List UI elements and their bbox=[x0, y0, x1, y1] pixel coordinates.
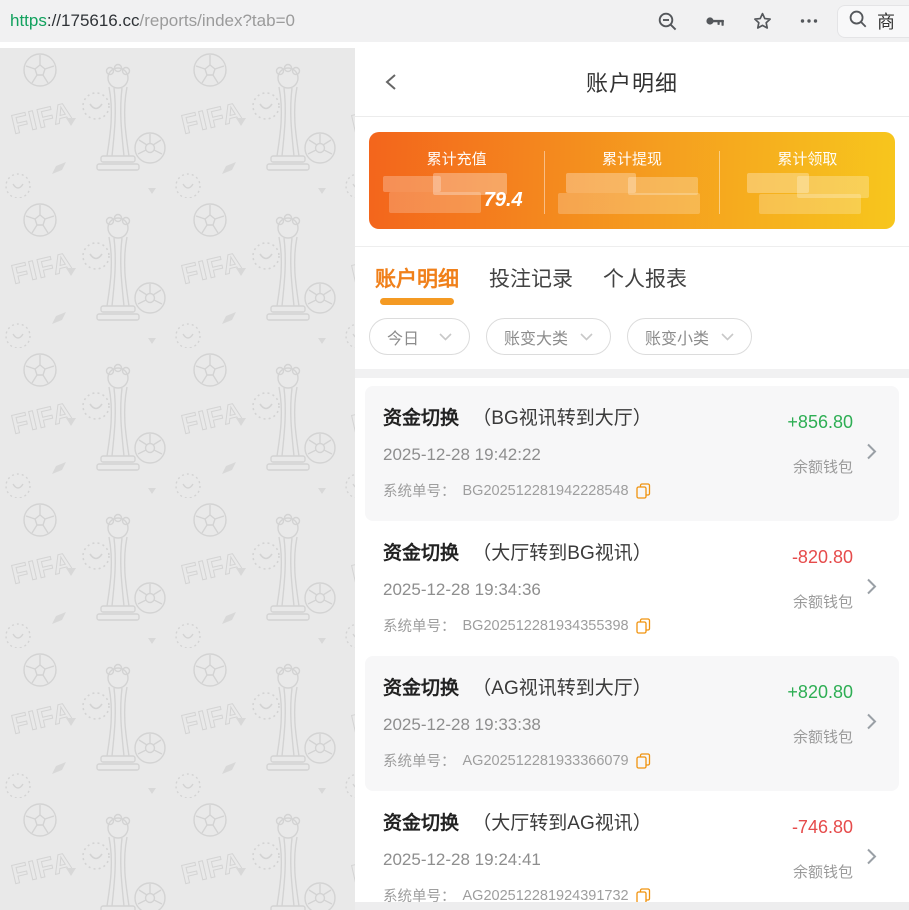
filter-major-category-dropdown[interactable]: 账变大类 bbox=[486, 318, 612, 355]
filter-date-dropdown[interactable]: 今日 bbox=[369, 318, 470, 355]
search-icon bbox=[848, 9, 868, 34]
search-query-text: 商 bbox=[877, 12, 895, 32]
chevron-right-icon bbox=[866, 442, 877, 465]
chevron-left-icon bbox=[385, 74, 396, 90]
record-order-row: 系统单号： AG202512281933366079 bbox=[383, 750, 787, 771]
summary-label: 累计领取 bbox=[777, 151, 838, 168]
summary-card: 累计充值 79.4 累计提现 累计领取 bbox=[369, 132, 895, 229]
record-title: 资金切换 （大厅转到AG视讯） bbox=[383, 808, 792, 835]
order-label: 系统单号： bbox=[383, 754, 456, 770]
record-title: 资金切换 （AG视讯转到大厅） bbox=[383, 673, 787, 700]
tab-personal-report[interactable]: 个人报表 bbox=[603, 263, 687, 312]
record-datetime: 2025-12-28 19:42:22 bbox=[383, 445, 541, 464]
copy-icon[interactable] bbox=[635, 617, 651, 634]
order-label: 系统单号： bbox=[383, 619, 456, 635]
record-item[interactable]: 资金切换 （大厅转到BG视讯） 2025-12-28 19:34:36 系统单号… bbox=[355, 521, 909, 656]
copy-icon[interactable] bbox=[635, 482, 651, 499]
tab-bar: 账户明细 投注记录 个人报表 bbox=[355, 247, 909, 312]
url-text[interactable]: https://175616.cc/reports/index?tab=0 bbox=[10, 11, 645, 31]
record-amount: -820.80 bbox=[791, 547, 853, 567]
summary-total-claimed: 累计领取 bbox=[720, 132, 895, 229]
summary-divider bbox=[719, 151, 721, 214]
chevron-right-icon bbox=[866, 712, 877, 735]
filter-label: 今日 bbox=[387, 330, 420, 348]
masked-value: 79.4 bbox=[381, 173, 533, 217]
order-number: AG202512281933366079 bbox=[462, 752, 629, 769]
record-item[interactable]: 资金切换 （AG视讯转到大厅） 2025-12-28 19:33:38 系统单号… bbox=[365, 656, 899, 791]
summary-label: 累计提现 bbox=[601, 151, 662, 168]
tab-bet-records[interactable]: 投注记录 bbox=[489, 263, 573, 312]
filter-label: 账变大类 bbox=[504, 330, 569, 348]
chevron-right-icon bbox=[866, 847, 877, 870]
copy-icon[interactable] bbox=[635, 752, 651, 769]
tab-account-detail[interactable]: 账户明细 bbox=[375, 263, 459, 312]
summary-total-withdraw: 累计提现 bbox=[544, 132, 719, 229]
masked-value bbox=[731, 173, 883, 217]
filter-minor-category-dropdown[interactable]: 账变小类 bbox=[627, 318, 753, 355]
record-item[interactable]: 资金切换 （大厅转到AG视讯） 2025-12-28 19:24:41 系统单号… bbox=[355, 791, 909, 910]
section-separator bbox=[355, 369, 909, 378]
masked-value-fragment: 79.4 bbox=[483, 189, 523, 211]
record-wallet: 余额钱包 bbox=[792, 864, 853, 881]
record-detail: （AG视讯转到大厅） bbox=[472, 678, 652, 699]
page-title: 账户明细 bbox=[585, 71, 678, 96]
record-datetime: 2025-12-28 19:24:41 bbox=[383, 850, 541, 869]
record-wallet: 余额钱包 bbox=[792, 459, 853, 476]
browser-address-bar: https://175616.cc/reports/index?tab=0 商 bbox=[0, 0, 909, 42]
browser-search-box[interactable]: 商 bbox=[837, 4, 909, 38]
url-path: /reports/index?tab=0 bbox=[139, 11, 295, 30]
order-number: BG202512281942228548 bbox=[462, 482, 629, 499]
record-amount: +820.80 bbox=[787, 682, 853, 702]
record-amount: -746.80 bbox=[791, 817, 853, 837]
more-icon[interactable] bbox=[799, 11, 819, 31]
masked-value bbox=[556, 173, 708, 217]
summary-divider bbox=[544, 151, 546, 214]
summary-total-deposit: 累计充值 79.4 bbox=[369, 132, 544, 229]
record-detail: （大厅转到BG视讯） bbox=[472, 543, 652, 564]
record-title: 资金切换 （大厅转到BG视讯） bbox=[383, 538, 792, 565]
record-type: 资金切换 bbox=[383, 408, 460, 429]
filter-label: 账变小类 bbox=[645, 330, 710, 348]
order-number: BG202512281934355398 bbox=[462, 617, 629, 634]
record-order-row: 系统单号： BG202512281934355398 bbox=[383, 615, 792, 636]
record-wallet: 余额钱包 bbox=[792, 594, 853, 611]
record-amount: +856.80 bbox=[787, 412, 853, 432]
key-icon[interactable] bbox=[704, 11, 726, 31]
back-button[interactable] bbox=[379, 69, 405, 95]
record-title: 资金切换 （BG视讯转到大厅） bbox=[383, 403, 787, 430]
bottom-edge-strip bbox=[355, 902, 909, 910]
filter-bar: 今日 账变大类 账变小类 bbox=[355, 312, 909, 369]
record-type: 资金切换 bbox=[383, 678, 460, 699]
summary-section: 累计充值 79.4 累计提现 累计领取 bbox=[355, 117, 909, 247]
app-header: 账户明细 bbox=[355, 48, 909, 117]
star-icon[interactable] bbox=[752, 11, 773, 32]
chevron-right-icon bbox=[866, 577, 877, 600]
record-datetime: 2025-12-28 19:34:36 bbox=[383, 580, 541, 599]
summary-label: 累计充值 bbox=[426, 151, 487, 168]
record-list: 资金切换 （BG视讯转到大厅） 2025-12-28 19:42:22 系统单号… bbox=[355, 378, 909, 910]
record-item[interactable]: 资金切换 （BG视讯转到大厅） 2025-12-28 19:42:22 系统单号… bbox=[365, 386, 899, 521]
url-scheme: https bbox=[10, 11, 47, 30]
chevron-down-icon bbox=[580, 332, 593, 341]
zoom-out-icon[interactable] bbox=[657, 11, 678, 32]
fifa-watermark-background: FIFA bbox=[0, 48, 355, 910]
chevron-down-icon bbox=[721, 332, 734, 341]
url-host: ://175616.cc bbox=[46, 11, 140, 30]
record-type: 资金切换 bbox=[383, 813, 460, 834]
record-datetime: 2025-12-28 19:33:38 bbox=[383, 715, 541, 734]
record-wallet: 余额钱包 bbox=[792, 729, 853, 746]
fifa-pattern-icon: FIFA bbox=[0, 48, 355, 910]
record-order-row: 系统单号： BG202512281942228548 bbox=[383, 480, 787, 501]
order-label: 系统单号： bbox=[383, 484, 456, 500]
chevron-down-icon bbox=[439, 332, 452, 341]
record-detail: （大厅转到AG视讯） bbox=[472, 813, 652, 834]
record-type: 资金切换 bbox=[383, 543, 460, 564]
record-detail: （BG视讯转到大厅） bbox=[472, 408, 652, 429]
account-detail-page: 账户明细 累计充值 79.4 累计提现 累计领取 账户明细 投注记录 个人报表 … bbox=[355, 48, 909, 910]
